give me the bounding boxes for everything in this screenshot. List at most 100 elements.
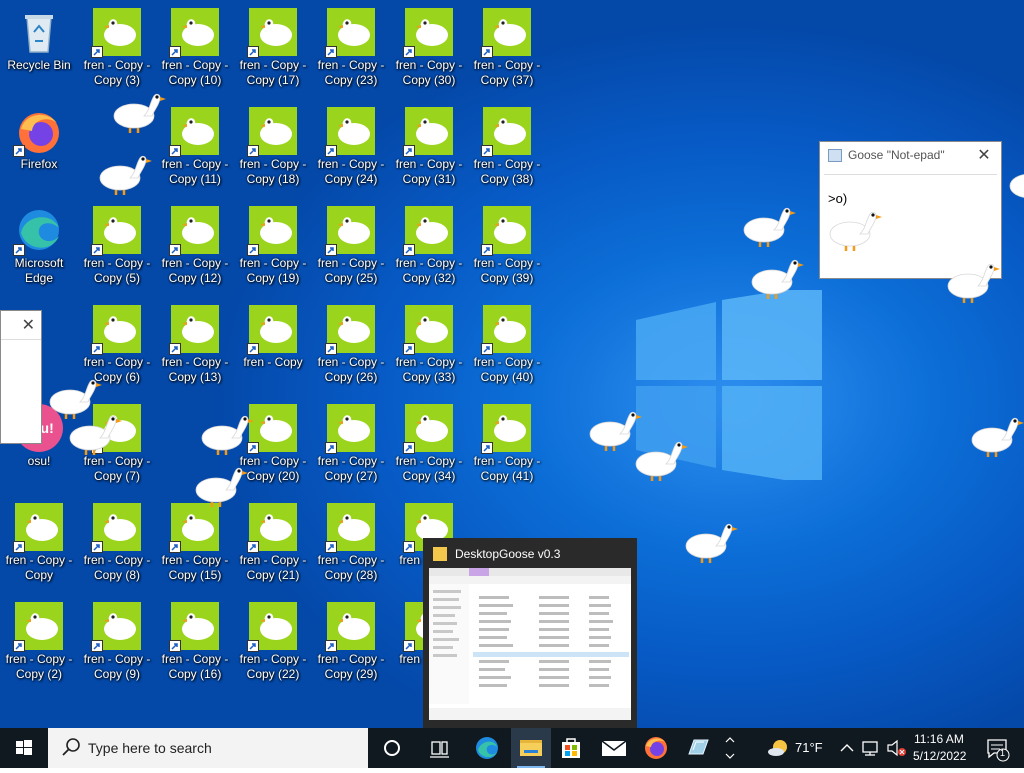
desktop-icon-edge[interactable]: Microsoft Edge [0,200,78,294]
goose[interactable] [740,200,798,250]
desktop-icon-firefox[interactable]: Firefox [0,101,78,195]
desktop-icon-fren[interactable]: fren - Copy - Copy (5) [78,200,156,294]
desktop-icon-fren[interactable]: fren - Copy - Copy (13) [156,299,234,393]
desktop-icon-fren[interactable]: fren - Copy - Copy (30) [390,2,468,96]
preview-thumbnail[interactable] [429,568,631,720]
desktop-icon-fren[interactable]: fren - Copy - Copy (9) [78,596,156,690]
desktop-icon-fren[interactable]: fren - Copy - Copy (39) [468,200,546,294]
desktop-icon-fren[interactable]: fren - Copy - Copy (18) [234,101,312,195]
goose-sprite-icon [751,259,804,299]
goose[interactable] [968,410,1024,460]
desktop-icon-fren[interactable]: fren - Copy - Copy (28) [312,497,390,591]
shortcut-overlay [403,145,415,157]
chevron-up-icon [840,744,854,752]
goose[interactable] [1006,156,1024,206]
volume-button[interactable] [884,728,908,768]
desktop-icon-fren[interactable]: fren - Copy - Copy (2) [0,596,78,690]
fren-image [325,305,375,355]
tray-overflow-button[interactable] [836,728,858,768]
weather-widget[interactable]: 71°F [760,728,830,768]
goose[interactable] [944,256,1002,306]
shortcut-overlay [481,343,493,355]
desktop-icon-recycle[interactable]: Recycle Bin [0,2,78,96]
network-button[interactable] [859,728,883,768]
desktop-icon-fren[interactable]: fren - Copy - Copy (3) [78,2,156,96]
edge-taskbar-button[interactable] [469,728,505,768]
goose[interactable] [682,516,740,566]
desktop-icon-fren[interactable]: fren - Copy - Copy (12) [156,200,234,294]
goose[interactable] [632,434,690,484]
desktop-icon-fren[interactable]: fren - Copy - Copy (16) [156,596,234,690]
desktop-icon-label: fren - Copy - Copy (25) [317,256,385,285]
desktop-icon-fren[interactable]: fren - Copy - Copy (17) [234,2,312,96]
desktop-icon-label: fren - Copy - Copy (23) [317,58,385,87]
clock-date: 5/12/2022 [913,749,967,763]
taskbar-scroll-button[interactable] [718,728,742,768]
notepad-titlebar[interactable]: Goose "Not-epad" ✕ [820,142,1001,169]
desktop-icon-fren[interactable]: fren - Copy - Copy [0,497,78,591]
goose[interactable] [748,252,806,302]
desktop-icon-fren[interactable]: fren - Copy - Copy (31) [390,101,468,195]
close-icon[interactable]: ✕ [22,315,35,335]
goose[interactable] [192,460,250,510]
partial-window-left[interactable]: ✕ [0,310,42,444]
shortcut-overlay [481,145,493,157]
desktop-icon-fren[interactable]: fren - Copy - Copy (33) [390,299,468,393]
desktop-icon-fren[interactable]: fren - Copy - Copy (24) [312,101,390,195]
shortcut-overlay [13,145,25,157]
start-button[interactable] [0,728,48,768]
firefox-taskbar-button[interactable] [638,728,674,768]
search-placeholder: Type here to search [88,740,212,756]
desktop-icon-fren[interactable]: fren - Copy - Copy (8) [78,497,156,591]
desktop-icon-fren[interactable]: fren - Copy - Copy (19) [234,200,312,294]
mail-taskbar-button[interactable] [596,728,632,768]
taskbar-preview-window[interactable]: DesktopGoose v0.3 [423,538,637,728]
desktop-icon-fren[interactable]: fren - Copy - Copy (40) [468,299,546,393]
cortana-button[interactable] [374,728,410,768]
fren-image [481,8,531,58]
icon-image [13,107,63,157]
shortcut-overlay [481,244,493,256]
taskbar-search-box[interactable]: Type here to search [48,728,368,768]
desktopgoose-taskbar-button[interactable] [680,728,716,768]
desktop-icon-fren[interactable]: fren - Copy - Copy (25) [312,200,390,294]
goose[interactable] [96,148,154,198]
desktop-icon-fren[interactable]: fren - Copy - Copy (21) [234,497,312,591]
desktop-icon-label: fren - Copy - Copy (11) [161,157,229,186]
desktop-icon-fren[interactable]: fren - Copy - Copy (34) [390,398,468,492]
edge-icon [476,737,498,759]
task-view-button[interactable] [421,728,457,768]
desktop-icon-fren[interactable]: fren - Copy - Copy (15) [156,497,234,591]
desktop-icon-fren[interactable]: fren - Copy - Copy (23) [312,2,390,96]
goose[interactable] [826,204,884,254]
desktop-icon-fren[interactable]: fren - Copy - Copy (32) [390,200,468,294]
shortcut-arrow-icon [171,643,178,650]
fren-image [91,8,141,58]
goose[interactable] [66,408,124,458]
desktop-icon-fren[interactable]: fren - Copy - Copy (27) [312,398,390,492]
shortcut-arrow-icon [327,247,334,254]
store-taskbar-button[interactable] [553,728,589,768]
file-explorer-taskbar-button[interactable] [511,728,551,768]
shortcut-overlay [13,244,25,256]
goose[interactable] [198,408,256,458]
close-icon[interactable]: ✕ [973,142,995,169]
desktop-icon-fren[interactable]: fren - Copy - Copy (22) [234,596,312,690]
goose[interactable] [110,86,168,136]
desktop-icon-fren[interactable]: fren - Copy - Copy (38) [468,101,546,195]
desktop-icon-fren[interactable]: fren - Copy - Copy (37) [468,2,546,96]
notification-center-button[interactable]: 1 [978,728,1018,768]
desktop-icon-fren[interactable]: fren - Copy - Copy (26) [312,299,390,393]
shortcut-overlay [91,541,103,553]
shortcut-overlay [91,244,103,256]
desktop-icon-fren[interactable]: fren - Copy - Copy (10) [156,2,234,96]
desktop-icon-label: fren - Copy - Copy (28) [317,553,385,582]
desktop-icon-label: fren - Copy - Copy (12) [161,256,229,285]
desktop-icon-fren[interactable]: fren - Copy - Copy (29) [312,596,390,690]
desktop-icon-fren[interactable]: fren - Copy [234,299,312,393]
shortcut-arrow-icon [405,148,412,155]
clock[interactable]: 11:16 AM 5/12/2022 [908,728,972,768]
shortcut-arrow-icon [15,544,22,551]
desktop-icon-fren[interactable]: fren - Copy - Copy (41) [468,398,546,492]
shortcut-overlay [325,442,337,454]
